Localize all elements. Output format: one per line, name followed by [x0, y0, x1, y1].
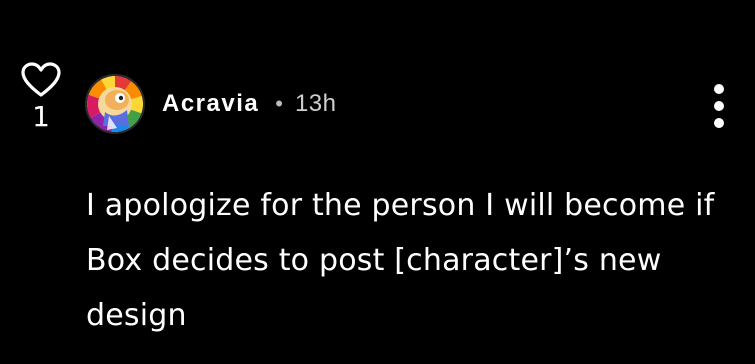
avatar[interactable]: [85, 74, 145, 134]
comment: 1 Acravia • 13h I apologize for the pers…: [0, 0, 755, 364]
vertical-ellipsis-icon-dot: [714, 101, 724, 111]
vertical-ellipsis-icon: [714, 84, 724, 94]
comment-header: Acravia • 13h: [162, 88, 336, 120]
vertical-ellipsis-icon-dot: [714, 118, 724, 128]
like-count: 1: [32, 100, 50, 133]
like-button[interactable]: [19, 60, 63, 100]
comment-text: I apologize for the person I will become…: [86, 188, 715, 333]
heart-outline-icon: [21, 62, 61, 97]
author-name[interactable]: Acravia: [162, 90, 259, 118]
like-column: 1: [16, 60, 66, 132]
timestamp: 13h: [294, 90, 337, 117]
separator-dot: •: [275, 91, 283, 116]
more-options-button[interactable]: [704, 84, 734, 128]
avatar-image: [87, 76, 143, 132]
